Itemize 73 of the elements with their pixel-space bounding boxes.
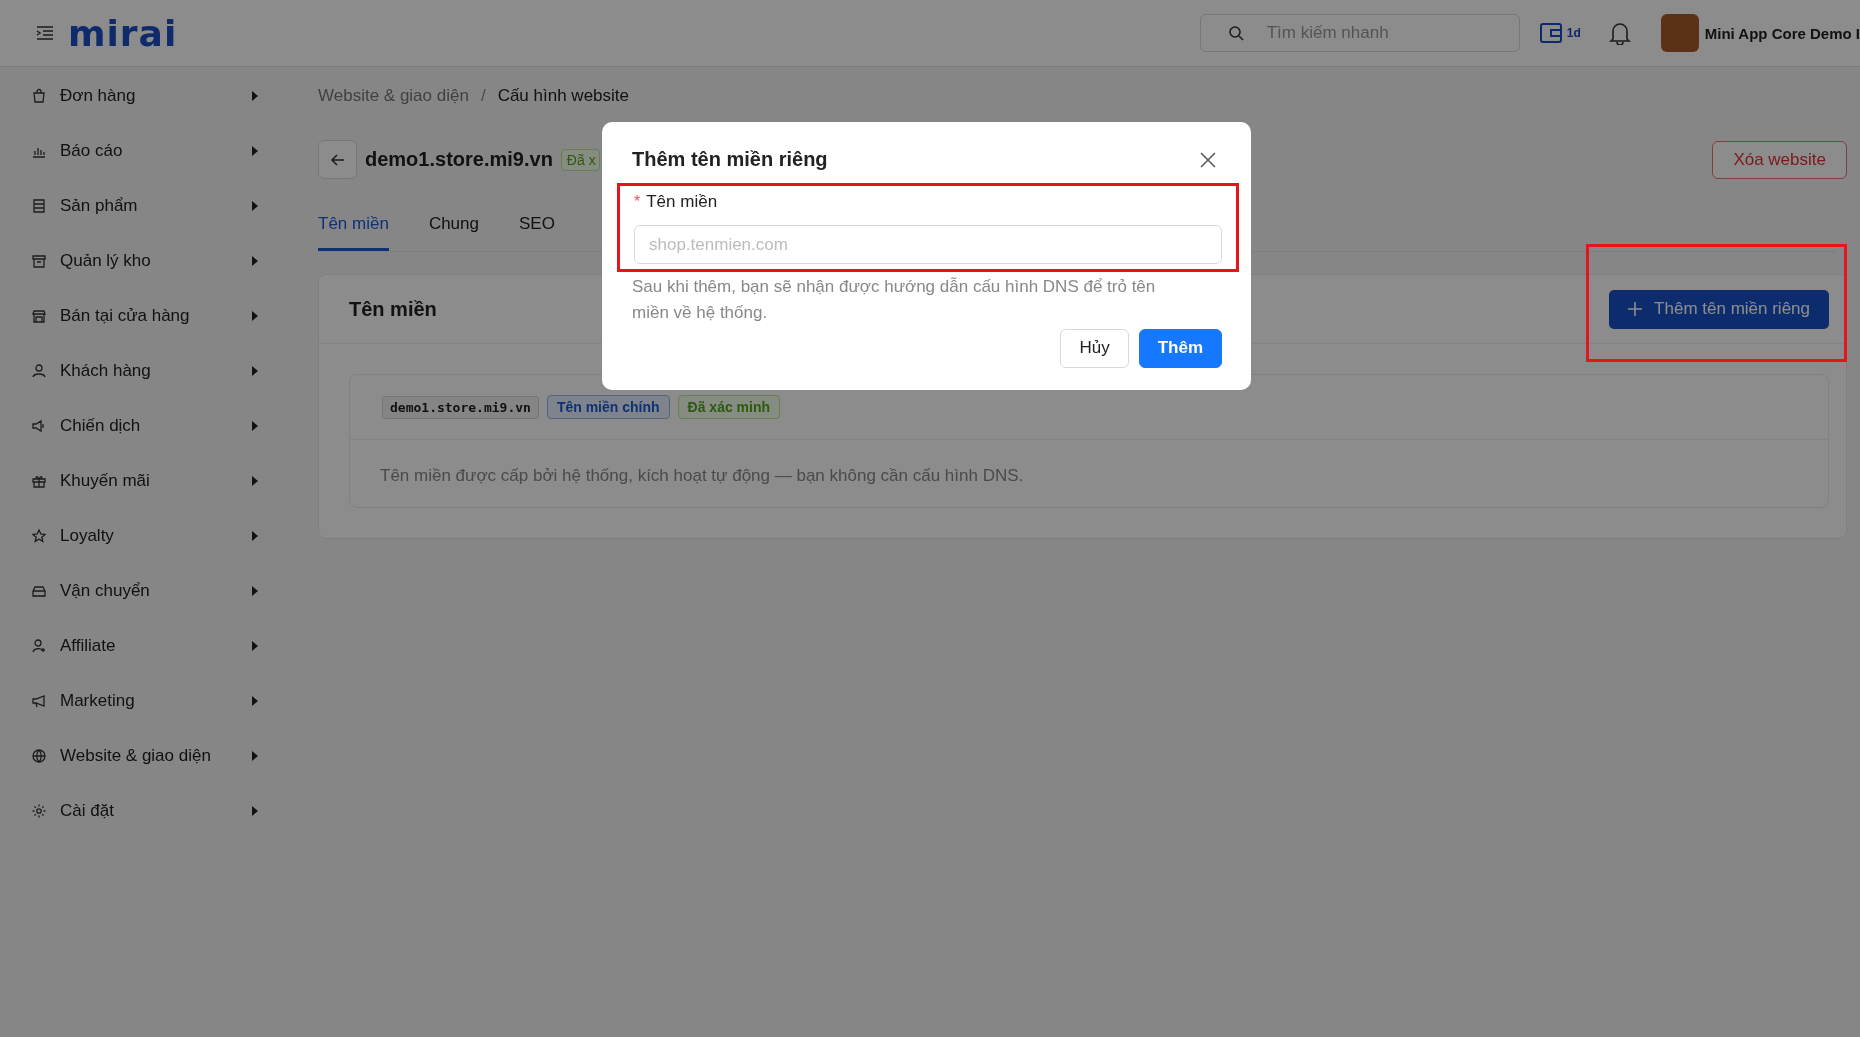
nav-icon — [31, 197, 47, 214]
add-domain-button[interactable]: Thêm tên miền riêng — [1609, 289, 1829, 329]
nav-icon — [31, 87, 47, 104]
back-button[interactable] — [318, 140, 357, 179]
nav-icon — [31, 747, 47, 764]
card-title: Tên miền — [349, 297, 437, 321]
sidebar-item[interactable]: Marketing — [0, 673, 310, 728]
caret-icon — [251, 419, 259, 432]
field-label: Tên miền — [646, 192, 718, 212]
caret-icon — [251, 309, 259, 322]
close-icon[interactable] — [1200, 151, 1216, 168]
nav-icon — [31, 637, 47, 654]
caret-icon — [251, 199, 259, 212]
caret-icon — [251, 584, 259, 597]
sidebar-item[interactable]: Khách hàng — [0, 343, 310, 398]
domain-input[interactable]: shop.tenmien.com — [634, 225, 1222, 264]
sidebar-item[interactable]: Báo cáo — [0, 123, 310, 178]
caret-icon — [251, 364, 259, 377]
sidebar-item[interactable]: Khuyến mãi — [0, 453, 310, 508]
caret-icon — [251, 529, 259, 542]
sidebar-item[interactable]: Quản lý kho — [0, 233, 310, 288]
breadcrumb-item[interactable]: Website & giao diện — [318, 86, 469, 106]
breadcrumb-item: Cấu hình website — [497, 86, 629, 106]
wallet-count: 1d — [1566, 26, 1581, 40]
search-field[interactable]: Tìm kiếm nhanh — [1199, 14, 1520, 52]
sidebar-item[interactable]: Đơn hàng — [0, 68, 310, 123]
domain-description: Tên miền được cấp bởi hệ thống, kích hoạt tự động — bạn không cần cấu hình DNS. — [379, 465, 1025, 487]
nav-icon — [31, 307, 47, 324]
caret-icon — [251, 144, 259, 157]
help-text: Sau khi thêm, bạn sẽ nhận được hướng dẫn cấu hình DNS để trỏ tên miền về hệ thống. — [632, 276, 1157, 325]
delete-website-button[interactable]: Xóa website — [1712, 140, 1847, 179]
nav-icon — [31, 252, 47, 269]
tab[interactable]: SEO — [519, 202, 555, 251]
status-badge: Đã x — [560, 148, 600, 171]
required-marker: * — [634, 193, 641, 211]
sidebar-item[interactable]: Website & giao diện — [0, 728, 310, 783]
avatar[interactable] — [1660, 14, 1699, 52]
sidebar-item[interactable]: Bán tại cửa hàng — [0, 288, 310, 343]
nav-icon — [31, 527, 47, 544]
domain-name: demo1.store.mi9.vn — [382, 395, 539, 419]
domain-tag: Tên miền chính — [546, 395, 670, 419]
bell-icon[interactable] — [1608, 21, 1631, 45]
caret-icon — [251, 474, 259, 487]
plus-icon — [1628, 302, 1643, 316]
sidebar-item[interactable]: Loyalty — [0, 508, 310, 563]
caret-icon — [251, 804, 259, 817]
user-name[interactable]: Mini App Core Demo I — [1704, 24, 1860, 42]
sidebar-item[interactable]: Chiến dịch — [0, 398, 310, 453]
breadcrumb-separator: / — [480, 86, 486, 106]
add-button[interactable]: Thêm — [1138, 328, 1222, 368]
caret-icon — [251, 694, 259, 707]
modal-title: Thêm tên miền riêng — [632, 148, 828, 171]
sidebar-item[interactable]: Affiliate — [0, 618, 310, 673]
caret-icon — [251, 89, 259, 102]
back-arrow-icon — [329, 151, 346, 168]
nav-icon — [31, 802, 47, 819]
wallet-icon[interactable] — [1539, 23, 1562, 43]
sidebar-item[interactable]: Vận chuyển — [0, 563, 310, 618]
nav-icon — [31, 692, 47, 709]
nav-icon — [31, 417, 47, 434]
logo[interactable]: mirai — [68, 12, 178, 54]
caret-icon — [251, 749, 259, 762]
nav-icon — [31, 362, 47, 379]
sidebar-item[interactable]: Sản phẩm — [0, 178, 310, 233]
cancel-button[interactable]: Hủy — [1060, 328, 1129, 368]
domain-tag: Đã xác minh — [677, 395, 781, 419]
tab[interactable]: Chung — [428, 202, 479, 251]
tab[interactable]: Tên miền — [318, 202, 389, 251]
sidebar-item[interactable]: Cài đặt — [0, 783, 310, 838]
caret-icon — [251, 639, 259, 652]
menu-icon[interactable] — [36, 26, 54, 40]
website-title: demo1.store.mi9.vn — [365, 148, 553, 171]
caret-icon — [251, 254, 259, 267]
